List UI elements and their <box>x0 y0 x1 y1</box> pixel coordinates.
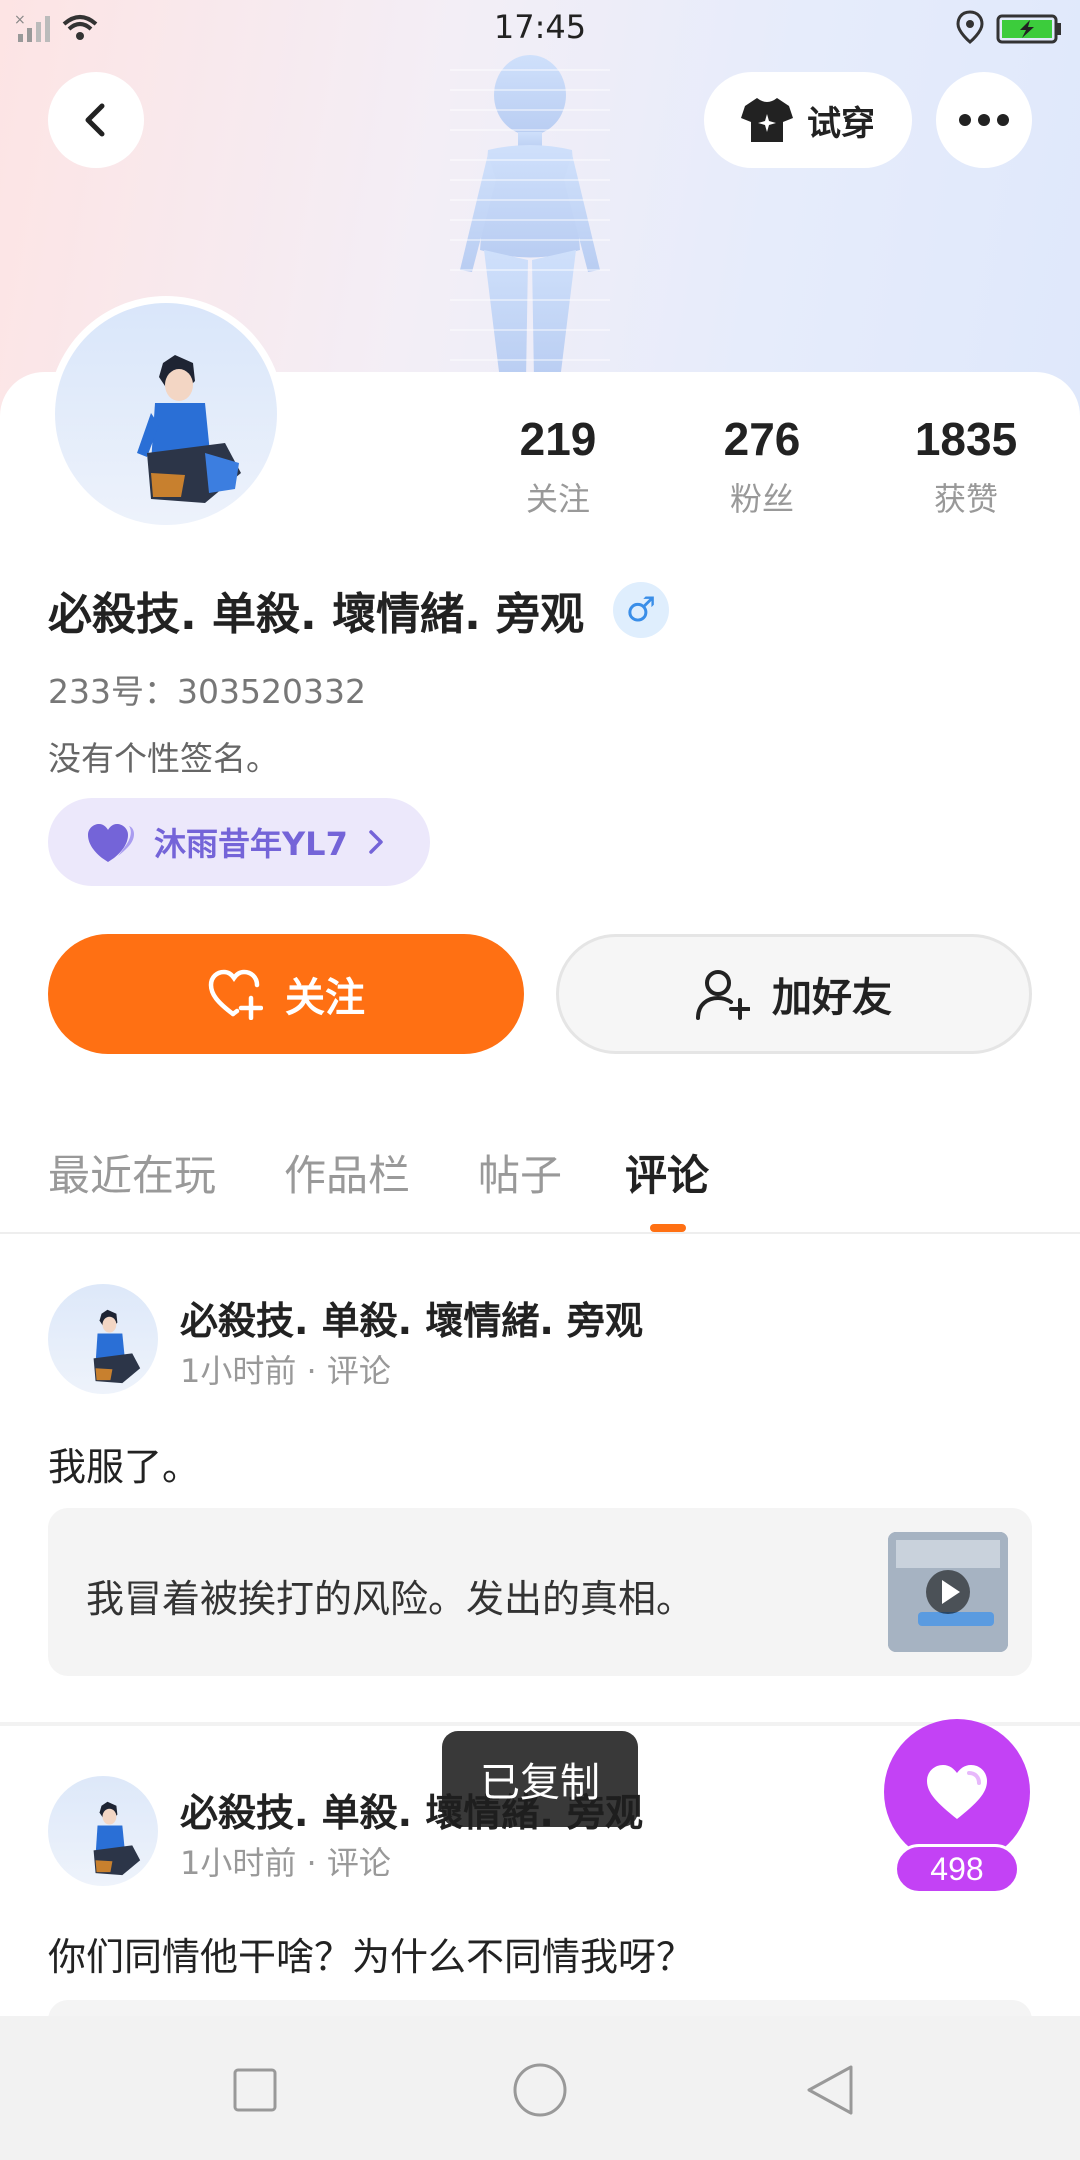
purple-heart-icon <box>88 824 134 862</box>
chevron-left-icon <box>85 103 105 137</box>
post-meta: 1小时前 · 评论 <box>180 1844 391 1882</box>
divider <box>0 1722 1080 1726</box>
avatar[interactable] <box>48 296 284 532</box>
follow-button[interactable]: 关注 <box>48 934 524 1054</box>
circle-icon <box>513 2063 567 2117</box>
post-text: 我服了。 <box>48 1445 201 1489</box>
status-bar: × 17:45 <box>0 0 1080 56</box>
try-on-label: 试穿 <box>807 103 875 144</box>
list-item[interactable]: 必殺技. 单殺. 壞情緒. 旁观 1小时前 · 评论 我服了。 我冒着被挨打的风… <box>0 1284 1080 1684</box>
add-user-icon <box>696 970 750 1020</box>
back-nav-button[interactable] <box>800 2060 860 2120</box>
post-author[interactable]: 必殺技. 单殺. 壞情緒. 旁观 <box>180 1290 643 1345</box>
guild-name: 沐雨昔年YL7 <box>154 825 348 863</box>
back-button[interactable] <box>48 72 144 168</box>
character-avatar-image <box>93 1309 141 1384</box>
triangle-back-icon <box>807 2065 853 2115</box>
stat-following[interactable]: 219 关注 <box>458 412 658 520</box>
follow-label: 关注 <box>285 975 365 1021</box>
status-right-icons <box>956 10 1066 50</box>
square-icon <box>233 2068 277 2112</box>
user-id[interactable]: 233号：303520332 <box>48 665 366 713</box>
tab-active-indicator <box>650 1224 686 1232</box>
following-label: 关注 <box>525 480 590 518</box>
heart-icon <box>927 1765 987 1819</box>
post-avatar[interactable] <box>48 1776 158 1886</box>
more-button[interactable] <box>936 72 1032 168</box>
following-count: 219 <box>519 413 597 465</box>
post-meta: 1小时前 · 评论 <box>180 1352 391 1390</box>
try-on-button[interactable]: 试穿 <box>704 72 912 168</box>
quoted-post-title: 我冒着被挨打的风险。发出的真相。 <box>86 1577 695 1621</box>
chevron-right-icon <box>369 830 383 854</box>
likes-received-label: 获赞 <box>933 480 998 518</box>
home-button[interactable] <box>510 2060 570 2120</box>
system-nav-bar <box>0 2016 1080 2160</box>
guild-badge[interactable]: 沐雨昔年YL7 <box>48 798 430 886</box>
add-friend-label: 加好友 <box>772 975 892 1021</box>
character-avatar-image <box>137 355 241 503</box>
likes-received-count: 1835 <box>914 413 1018 465</box>
more-dots-icon <box>959 114 1009 126</box>
video-thumbnail[interactable] <box>888 1532 1008 1652</box>
tab-works[interactable]: 作品栏 <box>284 1142 410 1203</box>
avatar-3d-figure <box>450 55 610 380</box>
profile-name: 必殺技. 单殺. 壞情緒. 旁观 <box>48 589 585 640</box>
fans-label: 粉丝 <box>729 480 794 518</box>
profile-tabs: 最近在玩 作品栏 帖子 评论 <box>0 1128 1080 1234</box>
post-avatar[interactable] <box>48 1284 158 1394</box>
tab-posts[interactable]: 帖子 <box>478 1142 562 1203</box>
stat-likes[interactable]: 1835 获赞 <box>866 412 1066 520</box>
quoted-post[interactable]: 我冒着被挨打的风险。发出的真相。 <box>48 1508 1032 1676</box>
shirt-icon <box>741 98 793 142</box>
like-count: 498 <box>894 1844 1020 1894</box>
fans-count: 276 <box>723 413 801 465</box>
heart-plus-icon <box>208 969 263 1020</box>
tab-comments[interactable]: 评论 <box>625 1142 709 1203</box>
male-gender-icon: ♂ <box>613 582 669 638</box>
tab-recently-played[interactable]: 最近在玩 <box>48 1142 216 1203</box>
signature: 没有个性签名。 <box>48 739 279 778</box>
post-text: 你们同情他干啥？为什么不同情我呀？ <box>48 1935 695 1979</box>
copied-toast: 已复制 <box>442 1731 638 1827</box>
stat-fans[interactable]: 276 粉丝 <box>662 412 862 520</box>
recent-apps-button[interactable] <box>225 2060 285 2120</box>
character-avatar-image <box>93 1801 141 1876</box>
clock: 17:45 <box>493 8 587 46</box>
add-friend-button[interactable]: 加好友 <box>556 934 1032 1054</box>
